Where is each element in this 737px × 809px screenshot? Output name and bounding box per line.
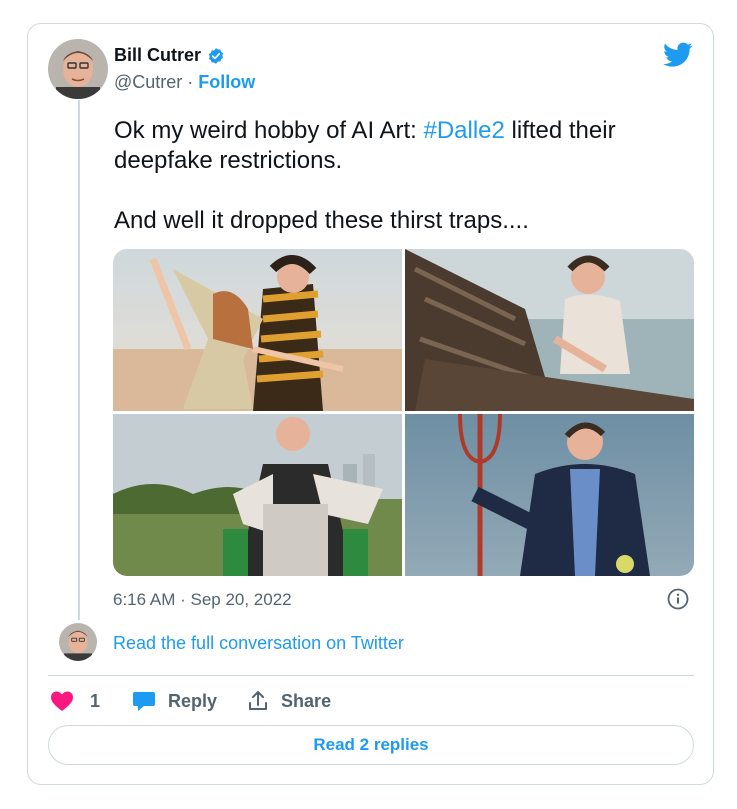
tweet-paragraph-2: And well it dropped these thirst traps..… [114,207,529,234]
author-handle-row: @Cutrer · Follow [114,72,255,93]
read-replies-label: Read 2 replies [313,735,429,754]
tweet-text: Ok my weird hobby of AI Art: #Dalle2 lif… [114,116,684,236]
verified-badge-icon [207,47,225,65]
like-button[interactable]: 1 [50,690,100,712]
divider [48,675,694,676]
share-button[interactable]: Share [247,690,331,712]
info-icon[interactable] [667,588,689,610]
share-icon [249,691,268,710]
twitter-bird-icon[interactable] [663,41,693,69]
read-replies-button[interactable]: Read 2 replies [48,725,694,765]
photo-beach-dance[interactable] [113,249,402,411]
photo-trident-suit[interactable] [405,414,694,576]
author-avatar[interactable] [48,39,108,99]
reply-button[interactable]: Reply [132,690,217,712]
photo-boat-woman[interactable] [405,249,694,411]
conversation-avatar[interactable] [59,623,97,661]
read-conversation-link[interactable]: Read the full conversation on Twitter [113,633,404,654]
action-bar: 1 Reply Share [50,688,331,714]
reply-label: Reply [168,690,218,711]
hashtag-link[interactable]: #Dalle2 [423,117,504,144]
author-name[interactable]: Bill Cutrer [114,45,201,66]
reply-bubble-icon [133,692,156,711]
media-grid [113,249,694,576]
photo-armor-field[interactable] [113,414,402,576]
heart-icon [51,691,73,711]
like-count: 1 [90,690,101,711]
tweet-text-part: Ok my weird hobby of AI Art: [114,117,424,144]
tweet-timestamp[interactable]: 6:16 AM · Sep 20, 2022 [113,590,292,610]
author-handle[interactable]: @Cutrer [114,72,182,92]
handle-separator: · [182,72,199,92]
thread-connector-line [78,100,80,620]
tweet-paragraph-1: Ok my weird hobby of AI Art: #Dalle2 lif… [114,116,684,176]
share-label: Share [281,690,332,711]
follow-link[interactable]: Follow [198,72,255,92]
